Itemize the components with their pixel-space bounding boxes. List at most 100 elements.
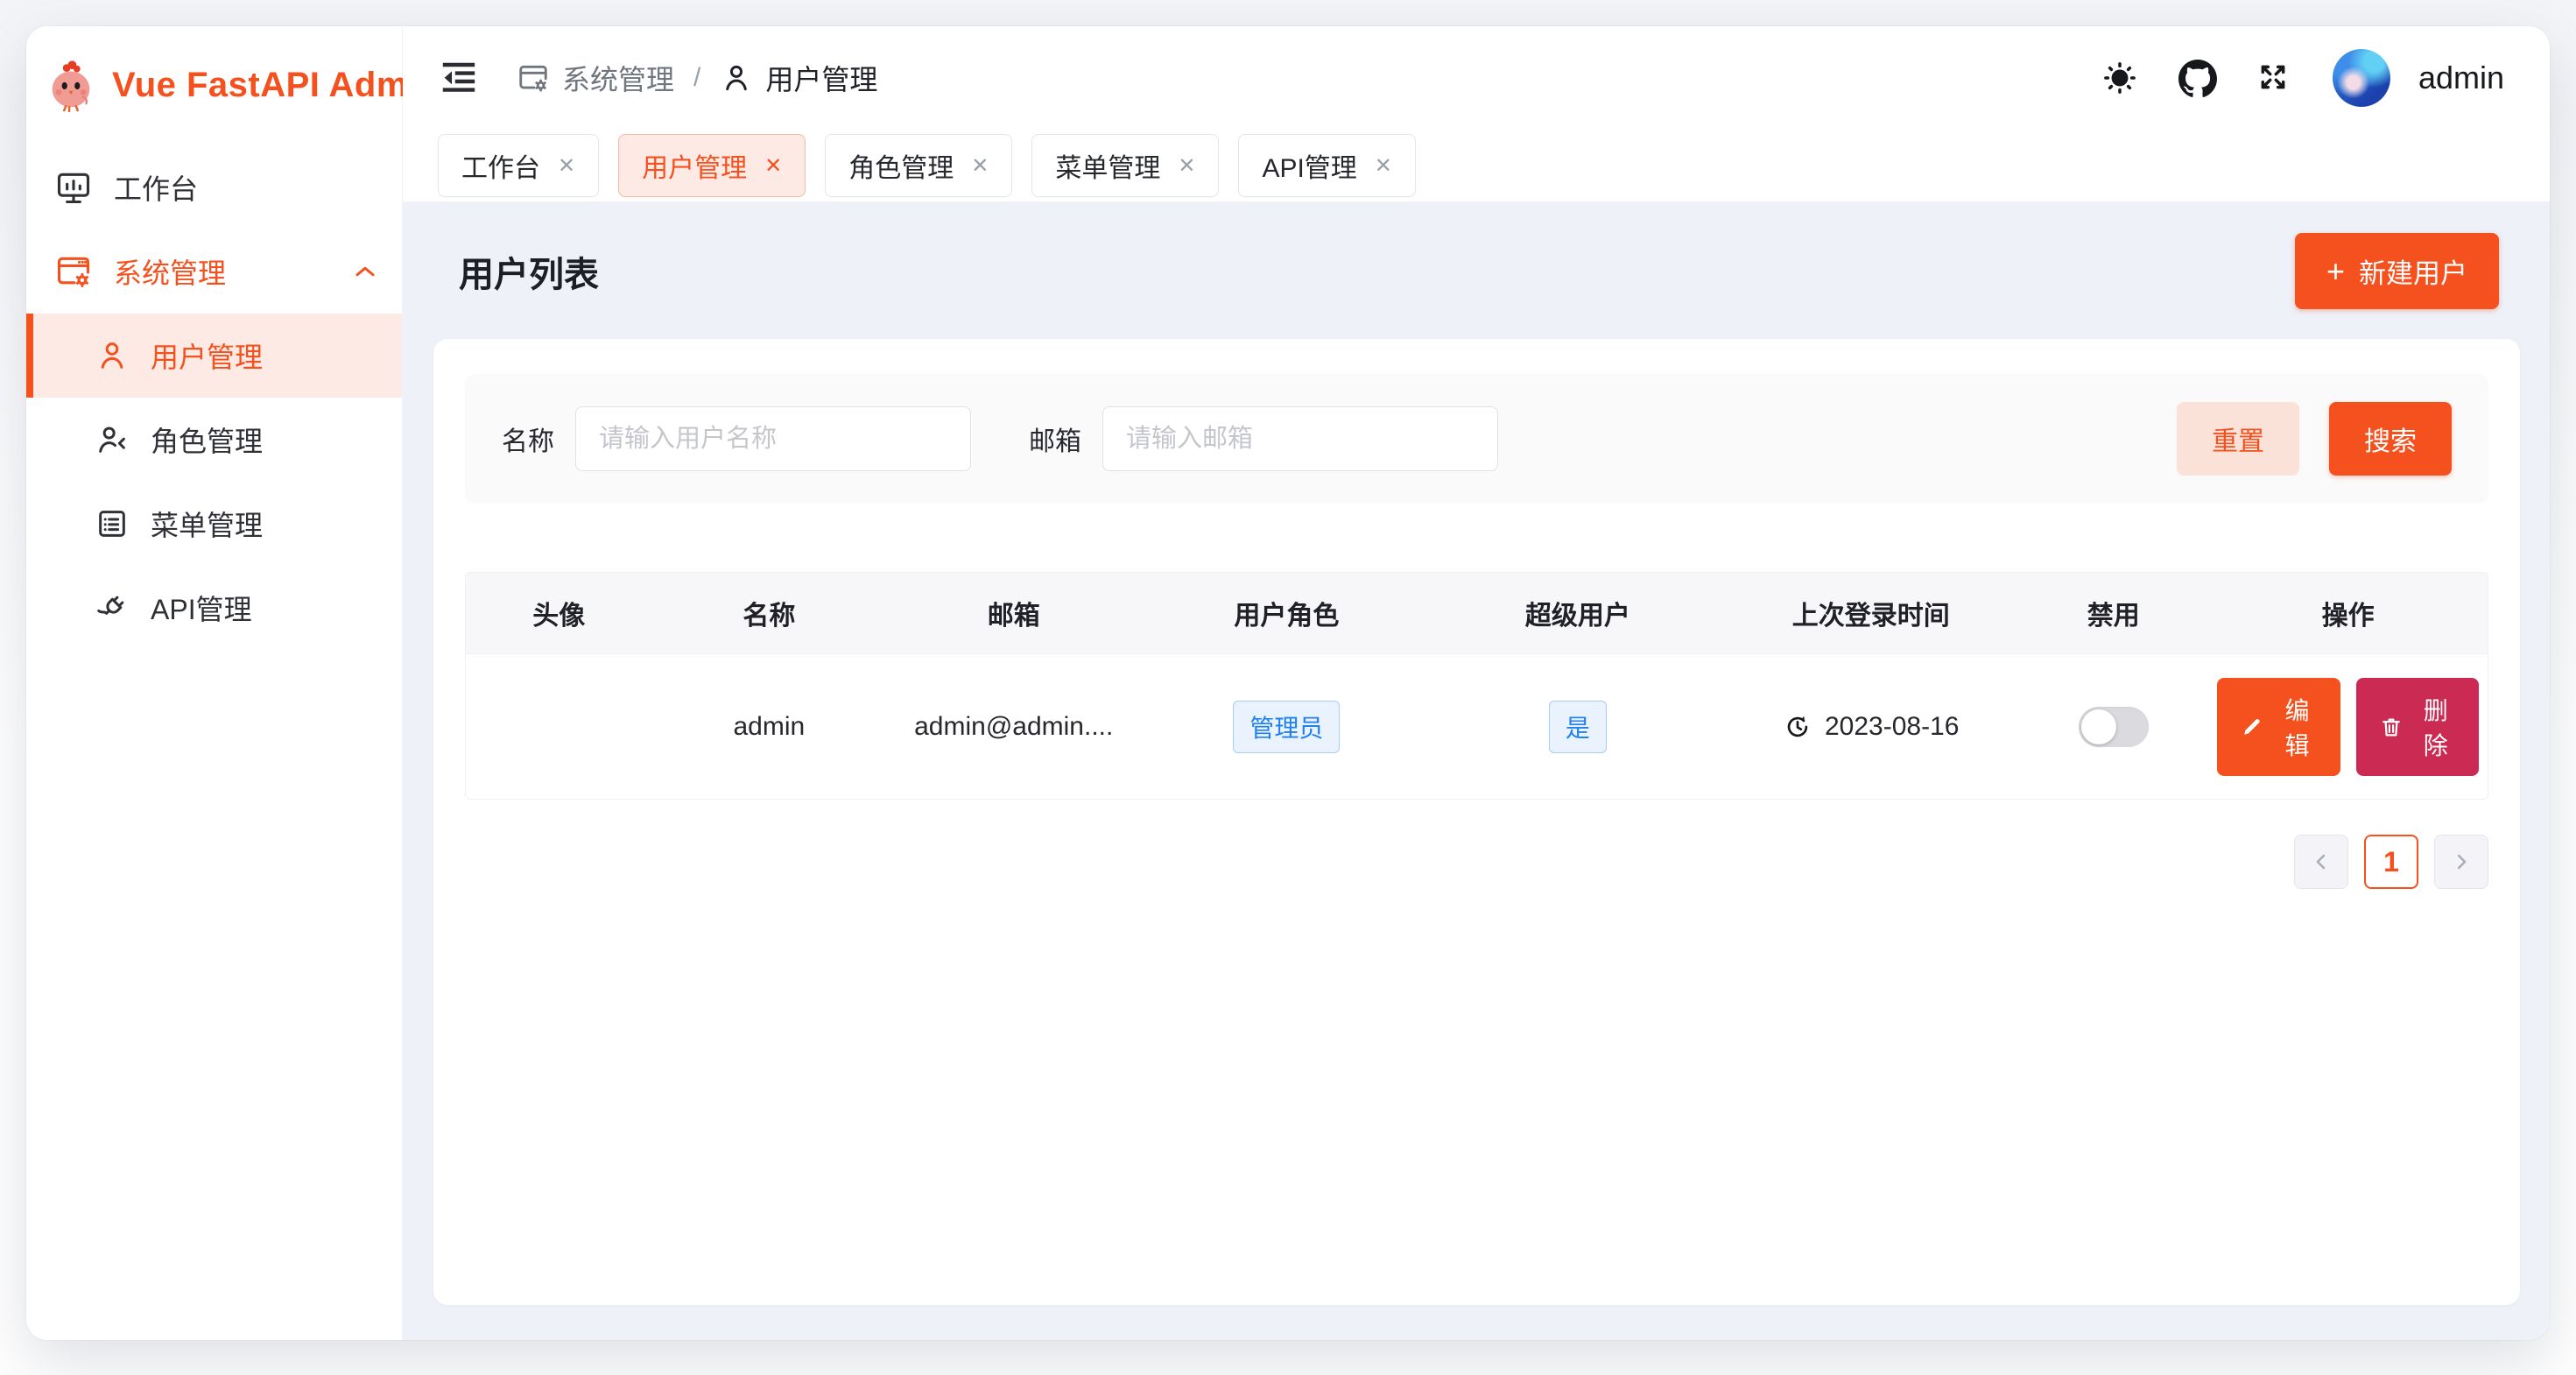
cell-actions: 编辑: [2208, 678, 2488, 776]
sidebar-menu: 工作台 系统管理: [26, 135, 402, 650]
pencil-icon: [2240, 715, 2264, 739]
content-area: 用户列表 + 新建用户 名称 邮箱 重置 搜索: [403, 201, 2550, 1340]
github-icon[interactable]: [2178, 60, 2215, 96]
breadcrumb-users[interactable]: 用户管理: [720, 58, 877, 98]
browser-gear-icon: [54, 252, 93, 291]
app-window: Vue FastAPI Admin 工作台: [26, 26, 2550, 1340]
create-user-button[interactable]: + 新建用户: [2295, 233, 2499, 309]
cell-email: admin@admin....: [886, 712, 1141, 742]
plug-icon: [95, 590, 130, 625]
sidebar-item-users[interactable]: 用户管理: [26, 314, 402, 398]
tab-label: 菜单管理: [1055, 146, 1160, 185]
cell-disabled: [2018, 707, 2208, 747]
role-tag: 管理员: [1233, 701, 1340, 753]
tab-bar: 工作台 ✕ 用户管理 ✕ 角色管理 ✕ 菜单管理 ✕ API管理 ✕: [403, 130, 2550, 201]
table-header-row: 头像 名称 邮箱 用户角色 超级用户 上次登录时间 禁用 操作: [466, 573, 2488, 653]
disabled-toggle[interactable]: [2079, 707, 2149, 747]
breadcrumb-label: 用户管理: [765, 58, 877, 98]
monitor-icon: [54, 168, 93, 207]
tab-menus[interactable]: 菜单管理 ✕: [1031, 134, 1219, 197]
app-title: Vue FastAPI Admin: [112, 66, 440, 105]
col-email: 邮箱: [886, 594, 1141, 632]
delete-button[interactable]: 删除: [2356, 678, 2479, 776]
superuser-tag: 是: [1549, 701, 1607, 753]
user-icon: [720, 61, 753, 95]
breadcrumb-label: 系统管理: [562, 58, 674, 98]
users-card: 名称 邮箱 重置 搜索 头像 名称 邮箱 用户角: [433, 339, 2520, 1305]
sidebar-item-label: 角色管理: [151, 420, 263, 460]
sidebar-item-system[interactable]: 系统管理: [26, 229, 402, 314]
col-actions: 操作: [2208, 594, 2488, 632]
tab-label: 角色管理: [848, 146, 954, 185]
col-last-login: 上次登录时间: [1723, 594, 2018, 632]
close-icon[interactable]: ✕: [558, 153, 575, 179]
col-role: 用户角色: [1141, 594, 1432, 632]
plus-icon: +: [2326, 259, 2345, 284]
table-row: admin admin@admin.... 管理员 是: [466, 653, 2488, 799]
last-login-value: 2023-08-16: [1825, 712, 1959, 742]
email-filter-label: 邮箱: [1029, 420, 1081, 458]
sidebar-item-workbench[interactable]: 工作台: [26, 145, 402, 229]
edit-button[interactable]: 编辑: [2217, 678, 2340, 776]
tab-roles[interactable]: 角色管理 ✕: [825, 134, 1012, 197]
close-icon[interactable]: ✕: [1178, 153, 1195, 179]
tab-label: API管理: [1262, 146, 1356, 185]
users-table: 头像 名称 邮箱 用户角色 超级用户 上次登录时间 禁用 操作 admin ad…: [465, 572, 2488, 800]
cell-superuser: 是: [1432, 701, 1723, 753]
clock-history-icon: [1783, 712, 1812, 742]
close-icon[interactable]: ✕: [971, 153, 989, 179]
page-1-button[interactable]: 1: [2364, 835, 2418, 889]
pagination: 1: [465, 835, 2488, 889]
filter-bar: 名称 邮箱 重置 搜索: [465, 374, 2488, 504]
app-logo[interactable]: Vue FastAPI Admin: [26, 26, 402, 135]
tab-users[interactable]: 用户管理 ✕: [618, 134, 806, 197]
tab-label: 用户管理: [642, 146, 747, 185]
email-filter-input[interactable]: [1102, 406, 1498, 471]
header-actions: admin: [2101, 49, 2504, 107]
name-filter-input[interactable]: [575, 406, 971, 471]
col-superuser: 超级用户: [1432, 594, 1723, 632]
username-label[interactable]: admin: [2418, 60, 2504, 96]
sidebar-collapse-icon[interactable]: [438, 57, 480, 99]
filter-actions: 重置 搜索: [2177, 402, 2452, 476]
sidebar-item-roles[interactable]: 角色管理: [26, 398, 402, 482]
tab-apis[interactable]: API管理 ✕: [1238, 134, 1415, 197]
user-role-icon: [95, 422, 130, 457]
create-user-label: 新建用户: [2359, 251, 2467, 291]
chick-logo-icon: [44, 58, 98, 112]
sidebar-item-menus[interactable]: 菜单管理: [26, 482, 402, 566]
name-filter-label: 名称: [502, 420, 554, 458]
page-next-button[interactable]: [2434, 835, 2488, 889]
reset-button[interactable]: 重置: [2177, 402, 2299, 476]
page-title: 用户列表: [459, 246, 599, 297]
search-button[interactable]: 搜索: [2329, 402, 2452, 476]
theme-sun-icon[interactable]: [2101, 60, 2138, 96]
sidebar-item-label: API管理: [151, 588, 252, 628]
chevron-right-icon: [2449, 850, 2474, 874]
tab-workbench[interactable]: 工作台 ✕: [438, 134, 599, 197]
user-avatar[interactable]: [2333, 49, 2390, 107]
col-name: 名称: [651, 594, 886, 632]
sidebar: Vue FastAPI Admin 工作台: [26, 26, 403, 1340]
cell-name: admin: [651, 712, 886, 742]
delete-label: 删除: [2416, 692, 2456, 762]
col-avatar: 头像: [466, 594, 651, 632]
close-icon[interactable]: ✕: [1375, 153, 1392, 179]
tab-label: 工作台: [461, 146, 540, 185]
browser-gear-icon: [517, 61, 550, 95]
chevron-up-icon: [349, 256, 381, 287]
fullscreen-icon[interactable]: [2256, 60, 2292, 96]
edit-label: 编辑: [2277, 692, 2317, 762]
trash-icon: [2379, 715, 2404, 739]
chevron-left-icon: [2309, 850, 2333, 874]
sidebar-item-label: 系统管理: [114, 251, 226, 292]
breadcrumb: 系统管理 / 用户管理: [517, 58, 877, 98]
cell-role: 管理员: [1141, 701, 1432, 753]
sidebar-item-label: 工作台: [114, 167, 198, 208]
sidebar-item-apis[interactable]: API管理: [26, 566, 402, 650]
close-icon[interactable]: ✕: [764, 153, 782, 179]
sidebar-item-label: 用户管理: [151, 335, 263, 376]
breadcrumb-system[interactable]: 系统管理: [517, 58, 674, 98]
page-prev-button[interactable]: [2294, 835, 2348, 889]
cell-last-login: 2023-08-16: [1723, 712, 2018, 742]
